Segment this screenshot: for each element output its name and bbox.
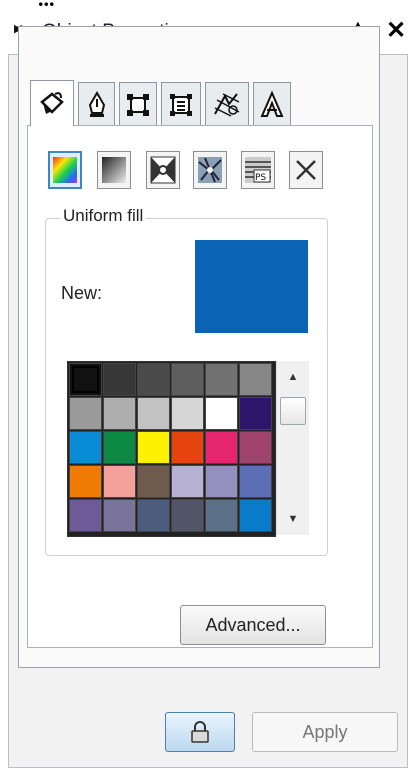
text-frame-icon — [170, 93, 192, 116]
palette-swatch[interactable] — [69, 465, 102, 498]
new-color-label: New: — [61, 283, 103, 303]
palette-swatch[interactable] — [103, 431, 136, 464]
tab-fill[interactable] — [30, 80, 74, 126]
palette-swatch[interactable] — [239, 465, 272, 498]
palette-swatch[interactable] — [205, 397, 238, 430]
postscript-fill-icon: PS — [245, 157, 271, 183]
palette-swatch[interactable] — [137, 499, 170, 532]
bitmap-pattern-icon — [198, 157, 222, 183]
fountain-fill-button[interactable] — [97, 151, 131, 189]
character-a-icon — [260, 89, 284, 117]
uniform-fill-icon — [53, 157, 77, 183]
palette-scrollbar[interactable]: ▲ ▼ — [276, 361, 309, 535]
tab-frame[interactable] — [161, 82, 201, 126]
pen-nib-icon — [88, 90, 105, 117]
palette-swatch[interactable] — [103, 363, 136, 396]
palette-swatch[interactable] — [69, 431, 102, 464]
lock-icon — [191, 721, 209, 743]
clipped-heading: ... — [0, 0, 415, 8]
palette-swatch[interactable] — [137, 397, 170, 430]
palette-swatch[interactable] — [205, 431, 238, 464]
no-fill-button[interactable] — [289, 151, 323, 189]
bitmap-pattern-button[interactable] — [193, 151, 227, 189]
tab-summary[interactable] — [119, 82, 157, 126]
tab-outline[interactable] — [78, 82, 115, 126]
paint-bucket-icon — [40, 91, 64, 114]
vector-pattern-icon — [150, 156, 176, 184]
palette-swatch[interactable] — [69, 363, 102, 396]
uniform-fill-label: Uniform fill — [60, 206, 147, 226]
palette-swatch[interactable] — [137, 465, 170, 498]
frame-icon — [127, 93, 149, 116]
no-fill-icon — [296, 160, 316, 180]
apply-button[interactable]: Apply — [252, 712, 398, 752]
tab-transparency[interactable] — [205, 82, 249, 126]
fountain-fill-icon — [102, 157, 126, 183]
svg-text:PS: PS — [255, 173, 266, 183]
palette-swatch[interactable] — [239, 431, 272, 464]
palette-swatch[interactable] — [69, 397, 102, 430]
scroll-down-icon[interactable]: ▼ — [277, 507, 309, 531]
palette-swatch[interactable] — [239, 363, 272, 396]
color-palette — [67, 361, 276, 537]
palette-swatch[interactable] — [137, 431, 170, 464]
palette-swatch[interactable] — [103, 397, 136, 430]
tab-character[interactable] — [253, 82, 291, 126]
palette-swatch[interactable] — [137, 363, 170, 396]
palette-swatch[interactable] — [171, 397, 204, 430]
palette-swatch[interactable] — [205, 363, 238, 396]
palette-swatch[interactable] — [171, 465, 204, 498]
palette-swatch[interactable] — [171, 431, 204, 464]
scroll-up-icon[interactable]: ▲ — [277, 365, 309, 389]
palette-swatch[interactable] — [103, 465, 136, 498]
vector-pattern-button[interactable] — [146, 151, 180, 189]
palette-swatch[interactable] — [205, 499, 238, 532]
palette-swatch[interactable] — [103, 499, 136, 532]
palette-swatch[interactable] — [171, 499, 204, 532]
postscript-fill-button[interactable]: PS — [241, 151, 275, 189]
scroll-thumb[interactable] — [280, 397, 306, 425]
advanced-button[interactable]: Advanced... — [180, 605, 326, 645]
uniform-fill-button[interactable] — [48, 151, 82, 189]
palette-swatch[interactable] — [205, 465, 238, 498]
lock-button[interactable] — [165, 712, 235, 752]
palette-swatch[interactable] — [69, 499, 102, 532]
close-icon[interactable]: ✕ — [386, 16, 406, 45]
pattern-icon — [214, 92, 240, 117]
palette-swatch[interactable] — [239, 397, 272, 430]
new-color-swatch — [195, 240, 308, 333]
palette-swatch[interactable] — [171, 363, 204, 396]
palette-swatch[interactable] — [239, 499, 272, 532]
